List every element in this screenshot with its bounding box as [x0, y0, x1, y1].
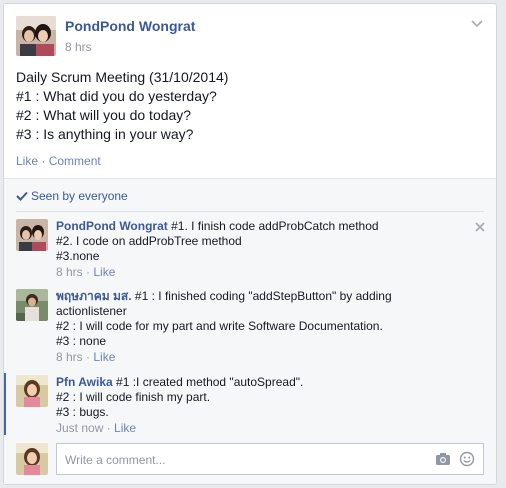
- comment-item: Pfn Awika #1 :I created method "autoSpre…: [4, 375, 496, 437]
- comment-content: PondPond Wongrat #1. I finish code addPr…: [56, 219, 456, 280]
- feed-post-card: PondPond Wongrat 8 hrs Daily Scrum Meeti…: [3, 3, 497, 485]
- comment-like-link[interactable]: Like: [114, 421, 136, 435]
- commenter-avatar[interactable]: [16, 289, 48, 321]
- author-avatar[interactable]: [16, 16, 56, 56]
- post-body: Daily Scrum Meeting (31/10/2014) #1 : Wh…: [16, 68, 484, 144]
- comment-item: PondPond Wongrat #1. I finish code addPr…: [4, 219, 496, 281]
- comments-section: Seen by everyone PondPond Wongrat #1. I …: [4, 178, 496, 484]
- post-line: #2 : What will you do today?: [16, 107, 192, 123]
- post-line: #3 : Is anything in your way?: [16, 126, 194, 142]
- viewer-avatar[interactable]: [16, 443, 48, 475]
- comment-content: Pfn Awika #1 :I created method "autoSpre…: [56, 375, 456, 436]
- comment-input[interactable]: [63, 451, 427, 469]
- meta-separator: ·: [106, 421, 111, 435]
- comment-line: #3 : bugs.: [56, 405, 109, 419]
- comment-meta: 8 hrs · Like: [56, 350, 456, 365]
- seen-label[interactable]: Seen by everyone: [31, 189, 128, 203]
- post-actions: Like · Comment: [16, 154, 101, 168]
- meta-separator: ·: [86, 265, 91, 279]
- post-timestamp[interactable]: 8 hrs: [65, 40, 92, 54]
- post-author-name[interactable]: PondPond Wongrat: [65, 18, 195, 34]
- comment-like-link[interactable]: Like: [93, 350, 115, 364]
- comment-item: พฤษภาคม มส. #1 : I finished coding "addS…: [4, 289, 496, 364]
- comment-link[interactable]: Comment: [49, 154, 101, 168]
- meta-separator: ·: [86, 350, 91, 364]
- checkmark-icon: [16, 190, 28, 201]
- close-icon[interactable]: [474, 221, 486, 233]
- comment-line: #2 : I will code for my part and write S…: [56, 319, 383, 333]
- comment-timestamp[interactable]: 8 hrs: [56, 350, 83, 364]
- commenter-name[interactable]: Pfn Awika: [56, 375, 113, 389]
- comment-line: #2. I code on addProbTree method: [56, 234, 242, 248]
- comment-line: #3.none: [56, 249, 100, 263]
- commenter-name[interactable]: PondPond Wongrat: [56, 219, 168, 233]
- comment-timestamp[interactable]: 8 hrs: [56, 265, 83, 279]
- comment-content: พฤษภาคม มส. #1 : I finished coding "addS…: [56, 289, 456, 365]
- comment-line: #3 : none: [56, 334, 107, 348]
- comment-timestamp[interactable]: Just now: [56, 421, 103, 435]
- smiley-icon[interactable]: [459, 451, 475, 467]
- commenter-avatar[interactable]: [16, 375, 48, 407]
- comment-like-link[interactable]: Like: [93, 265, 115, 279]
- comment-line: #2 : I will code finish my part.: [56, 390, 211, 404]
- post-line: Daily Scrum Meeting (31/10/2014): [16, 69, 229, 85]
- comment-line: #1. I finish code addProbCatch method: [171, 219, 379, 233]
- comment-meta: Just now · Like: [56, 421, 456, 436]
- commenter-avatar[interactable]: [16, 219, 48, 251]
- comment-meta: 8 hrs · Like: [56, 265, 456, 280]
- commenter-name[interactable]: พฤษภาคม มส.: [56, 289, 132, 303]
- like-link[interactable]: Like: [16, 154, 38, 168]
- seen-indicator: Seen by everyone: [16, 189, 128, 203]
- post-line: #1 : What did you do yesterday?: [16, 88, 217, 104]
- comment-input-box[interactable]: [56, 443, 484, 475]
- comment-line: #1 :I created method "autoSpread".: [116, 375, 304, 389]
- post-header: PondPond Wongrat 8 hrs: [16, 16, 484, 60]
- divider: [16, 211, 484, 212]
- comment-composer: [16, 443, 484, 475]
- chevron-down-icon[interactable]: [470, 16, 484, 30]
- camera-icon[interactable]: [435, 452, 451, 466]
- action-separator: ·: [41, 154, 46, 168]
